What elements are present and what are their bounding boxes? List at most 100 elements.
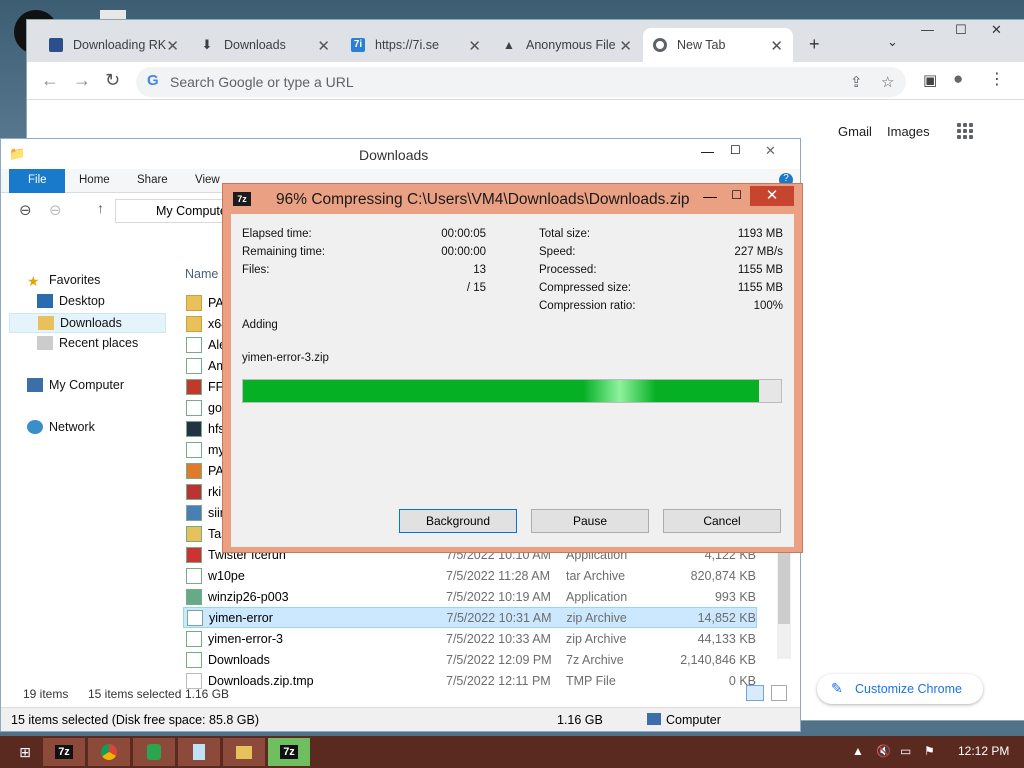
star-icon: ★ xyxy=(27,273,40,289)
taskbar-shield[interactable] xyxy=(133,738,175,766)
profile-avatar-icon[interactable]: ● xyxy=(953,69,963,89)
close-icon[interactable]: ✕ xyxy=(166,37,179,55)
ribbon-tab-file[interactable]: File xyxy=(9,169,65,193)
close-icon[interactable]: ✕ xyxy=(619,37,632,55)
download-icon: ⬇ xyxy=(201,37,213,52)
taskbar-notepad[interactable] xyxy=(178,738,220,766)
close-window-button[interactable]: ✕ xyxy=(765,143,776,159)
archive-icon xyxy=(186,567,202,584)
forward-icon[interactable]: → xyxy=(73,70,91,91)
gmail-link[interactable]: Gmail xyxy=(838,124,872,139)
clock[interactable]: 12:12 PM xyxy=(958,744,1009,758)
star-icon[interactable]: ☆ xyxy=(881,73,894,91)
status-size: 1.16 GB xyxy=(185,687,230,701)
pencil-icon: ✎ xyxy=(831,680,843,696)
total-size-label: Total size: xyxy=(539,228,591,240)
tray-chevron-icon[interactable]: ▲ xyxy=(852,744,864,758)
chrome-toolbar: ← → ↻ G Search Google or type a URL ⇪ ☆ … xyxy=(27,62,1024,100)
maximize-button[interactable]: ☐ xyxy=(730,143,741,157)
images-link[interactable]: Images xyxy=(887,124,930,139)
nav-network[interactable]: Network xyxy=(27,420,95,434)
minimize-button[interactable]: — xyxy=(701,144,714,159)
maximize-button[interactable]: ☐ xyxy=(731,188,742,202)
maximize-button[interactable]: ☐ xyxy=(955,22,967,38)
network-tray-icon[interactable]: ▭ xyxy=(900,744,911,758)
tab-anonymous[interactable]: ▲ Anonymous File ✕ xyxy=(492,28,642,62)
tab-search-icon[interactable]: ⌄ xyxy=(887,34,898,50)
background-button[interactable]: Background xyxy=(399,509,517,533)
omnibox-placeholder: Search Google or type a URL xyxy=(170,74,354,90)
computer-icon xyxy=(647,713,661,725)
nav-my-computer[interactable]: My Computer xyxy=(27,378,124,392)
action-label: Adding xyxy=(242,319,278,331)
new-tab-button[interactable]: + xyxy=(809,34,820,55)
tab-downloading[interactable]: Downloading RK ✕ xyxy=(39,28,189,62)
tab-new-tab[interactable]: New Tab ✕ xyxy=(643,28,793,62)
nav-label: Desktop xyxy=(59,294,105,308)
back-icon[interactable]: ⊖ xyxy=(19,201,32,219)
up-icon[interactable]: ↑ xyxy=(97,200,104,216)
archive-icon xyxy=(186,651,202,668)
close-icon[interactable]: ✕ xyxy=(317,37,330,55)
minimize-button[interactable]: — xyxy=(921,22,934,37)
table-row[interactable]: Downloads 7/5/2022 12:09 PM 7z Archive 2,14… xyxy=(183,649,757,670)
start-button[interactable]: ⊞ xyxy=(4,738,46,766)
tab-downloads[interactable]: ⬇ Downloads ✕ xyxy=(190,28,340,62)
nav-label: Favorites xyxy=(49,273,101,287)
table-row[interactable]: winzip26-p003 7/5/2022 10:19 AM Applicatio… xyxy=(183,586,757,607)
nav-desktop[interactable]: Desktop xyxy=(37,294,105,308)
nav-favorites[interactable]: ★ Favorites xyxy=(27,273,101,289)
nav-downloads[interactable]: Downloads xyxy=(9,313,166,333)
table-row[interactable]: w10pe 7/5/2022 11:28 AM tar Archive 820,874… xyxy=(183,565,757,586)
omnibox[interactable]: G Search Google or type a URL ⇪ ☆ xyxy=(136,67,906,97)
column-header-name[interactable]: Name xyxy=(185,267,218,281)
table-row[interactable]: yimen-error 7/5/2022 10:31 AM zip Archive 1… xyxy=(183,607,757,628)
app-icon xyxy=(186,462,202,479)
menu-icon[interactable]: ⋮ xyxy=(989,69,1005,89)
ribbon-tab-share[interactable]: Share xyxy=(137,174,168,186)
close-icon[interactable]: ✕ xyxy=(770,37,783,55)
file-name: yimen-error xyxy=(208,610,273,625)
tab-label: New Tab xyxy=(677,38,726,52)
close-icon[interactable]: ✕ xyxy=(468,37,481,55)
elapsed-value: 00:00:05 xyxy=(441,228,486,240)
ribbon-tab-view[interactable]: View xyxy=(195,174,220,186)
file-date: 7/5/2022 12:09 PM xyxy=(446,652,552,667)
ratio-value: 100% xyxy=(753,300,783,312)
taskbar-chrome[interactable] xyxy=(88,738,130,766)
pause-button[interactable]: Pause xyxy=(531,509,649,533)
large-icons-view-icon[interactable] xyxy=(771,685,787,701)
taskbar-7zip-active[interactable]: 7z xyxy=(268,738,310,766)
volume-icon[interactable]: 🔇 xyxy=(876,744,891,758)
taskbar-explorer[interactable] xyxy=(223,738,265,766)
folder-icon xyxy=(236,745,252,759)
recent-places-icon xyxy=(37,336,53,350)
reload-icon[interactable]: ↻ xyxy=(105,70,120,91)
table-row[interactable]: yimen-error-3 7/5/2022 10:33 AM zip Archiv… xyxy=(183,628,757,649)
cancel-button[interactable]: Cancel xyxy=(663,509,781,533)
minimize-button[interactable]: — xyxy=(703,188,717,204)
7i-favicon-icon: 7i xyxy=(351,38,365,52)
side-panel-icon[interactable]: ▣ xyxy=(923,71,937,89)
compressed-value: 1155 MB xyxy=(737,282,783,294)
customize-chrome-button[interactable]: ✎ Customize Chrome xyxy=(817,674,983,704)
status-item-count: 19 items xyxy=(23,687,69,701)
taskbar-7zip[interactable]: 7z xyxy=(43,738,85,766)
tab-label: https://7i.se xyxy=(375,38,439,52)
details-view-icon[interactable] xyxy=(746,685,764,701)
forward-icon[interactable]: ⊖ xyxy=(49,201,62,219)
address-field[interactable]: My Computer xyxy=(115,199,235,223)
share-icon[interactable]: ⇪ xyxy=(850,73,863,91)
nav-recent[interactable]: Recent places xyxy=(37,336,138,350)
tab-label: Downloading RK xyxy=(73,38,167,52)
details-bar: 15 items selected (Disk free space: 85.8… xyxy=(1,707,800,731)
close-window-button[interactable]: ✕ xyxy=(991,22,1002,38)
tab-7i[interactable]: 7i https://7i.se ✕ xyxy=(341,28,491,62)
back-icon[interactable]: ← xyxy=(41,70,59,91)
remaining-label: Remaining time: xyxy=(242,246,326,258)
files-label: Files: xyxy=(242,264,270,276)
ribbon-tab-home[interactable]: Home xyxy=(79,174,110,186)
apps-grid-icon[interactable] xyxy=(957,123,973,139)
close-button[interactable]: ✕ xyxy=(750,186,794,206)
notification-icon[interactable]: ⚑ xyxy=(924,744,935,758)
